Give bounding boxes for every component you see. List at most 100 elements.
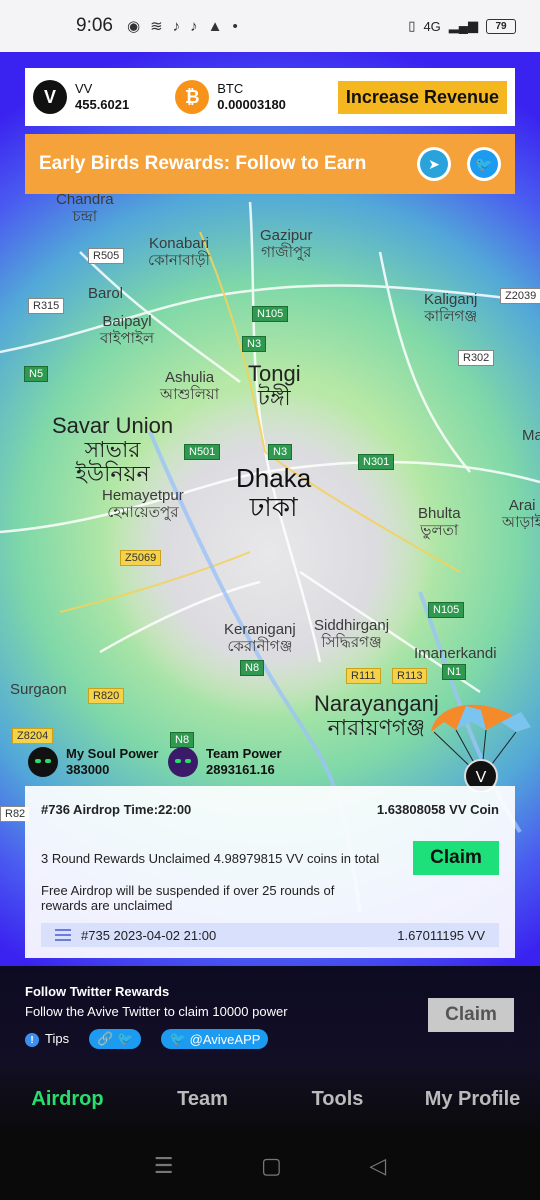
follow-title: Follow Twitter Rewards xyxy=(25,984,170,999)
power-row: My Soul Power 383000 Team Power 2893161.16 xyxy=(28,746,302,778)
recent-apps-icon[interactable]: ☰ xyxy=(154,1153,174,1179)
road-marker: Z5069 xyxy=(120,550,162,566)
road-marker: N105 xyxy=(252,306,289,322)
history-row[interactable]: #735 2023-04-02 21:00 1.67011195 VV xyxy=(41,923,499,947)
soul-power-label: My Soul Power xyxy=(66,746,159,761)
airdrop-card: #736 Airdrop Time:22:00 1.63808058 VV Co… xyxy=(25,786,515,958)
road-marker: N301 xyxy=(358,454,395,470)
telegram-button[interactable]: ➤ xyxy=(417,147,451,181)
tiktok-icon: ♪ xyxy=(172,17,181,35)
map-label: Bhulta ভুলতা xyxy=(418,505,461,539)
btc-name: BTC xyxy=(217,81,244,96)
map-label: Kaliganj কালিগঞ্জ xyxy=(424,291,478,325)
team-power-value: 2893161.16 xyxy=(206,762,275,777)
home-icon[interactable]: ▢ xyxy=(261,1153,282,1179)
team-avatar xyxy=(168,747,198,777)
soul-power-value: 383000 xyxy=(66,762,110,777)
system-nav: ☰ ▢ ◁ xyxy=(0,1132,540,1200)
telegram-icon: ➤ xyxy=(420,150,448,178)
map-label: Gazipur গাজীপুর xyxy=(260,227,313,261)
history-amount: 1.67011195 VV xyxy=(397,927,485,943)
road-marker: R505 xyxy=(88,248,125,264)
map-label: Siddhirganj সিদ্ধিরগঞ্জ xyxy=(314,617,390,651)
back-icon[interactable]: ◁ xyxy=(369,1153,386,1179)
twitter-icon: 🐦 xyxy=(470,150,498,178)
parachute-icon: V xyxy=(431,704,531,792)
claim-airdrop-button[interactable]: Claim xyxy=(413,841,499,875)
whatsapp-icon: ◉ xyxy=(126,18,141,35)
map-label: Arai আড়াই xyxy=(502,497,540,531)
soul-power: My Soul Power 383000 xyxy=(28,746,162,778)
history-label: #735 2023-04-02 21:00 xyxy=(81,927,217,943)
road-marker: Z2039 xyxy=(500,288,540,304)
tab-my-profile[interactable]: My Profile xyxy=(405,1088,540,1111)
map-label: Hemayetpur হেমায়েতপুর xyxy=(102,487,184,521)
road-marker: N3 xyxy=(268,444,293,460)
vv-name: VV xyxy=(75,81,93,96)
link-twitter-button[interactable]: 🔗 🐦 xyxy=(89,1029,142,1049)
map-label: Ma xyxy=(522,427,540,444)
unclaimed-text: 3 Round Rewards Unclaimed 4.98979815 VV … xyxy=(41,850,380,866)
map-label: Barol xyxy=(88,285,124,302)
twitter-handle-button[interactable]: 🐦 @AviveAPP xyxy=(161,1029,269,1049)
road-marker: Z8204 xyxy=(12,728,54,744)
tab-team[interactable]: Team xyxy=(135,1088,270,1111)
increase-revenue-button[interactable]: Increase Revenue xyxy=(337,80,507,114)
road-marker: N3 xyxy=(242,336,267,352)
road-marker: N8 xyxy=(240,660,265,676)
road-marker: R113 xyxy=(392,668,428,684)
menu-icon xyxy=(55,926,71,944)
road-marker: N501 xyxy=(184,444,221,460)
road-marker: N105 xyxy=(428,602,465,618)
team-power: Team Power 2893161.16 xyxy=(168,746,302,778)
early-birds-banner[interactable]: Early Birds Rewards: Follow to Earn ➤ 🐦 xyxy=(25,134,515,194)
road-marker: R111 xyxy=(346,668,381,684)
map-label: Tongi টঙ্গী xyxy=(248,361,301,411)
map-label: Narayanganj নারায়ণগঞ্জ xyxy=(314,691,439,741)
svg-text:V: V xyxy=(476,769,487,786)
notification-icon: ≋ xyxy=(150,18,163,35)
tips-link[interactable]: ! Tips xyxy=(25,1031,69,1048)
map-label: Ashulia আশুলিয়া xyxy=(160,369,220,403)
road-marker: N5 xyxy=(24,366,49,382)
twitter-icon: 🐦 xyxy=(117,1031,134,1046)
road-marker: N1 xyxy=(442,664,467,680)
network-label: 4G xyxy=(423,18,441,34)
map-label: Savar Union সাভার ইউনিয়ন xyxy=(52,413,174,487)
road-marker: R302 xyxy=(458,350,495,366)
warning-text: Free Airdrop will be suspended if over 2… xyxy=(41,883,335,913)
map-label: Surgaon xyxy=(10,681,67,698)
follow-section: Follow Twitter Rewards Follow the Avive … xyxy=(0,966,540,1066)
map-label: Imanerkandi xyxy=(414,645,497,662)
tab-airdrop[interactable]: Airdrop xyxy=(0,1088,135,1111)
airdrop-coin: 1.63808058 VV Coin xyxy=(376,802,499,817)
info-icon: ! xyxy=(25,1033,39,1048)
clock: 9:06 xyxy=(76,15,113,36)
balance-bar: V VV 455.6021 ₿ BTC 0.00003180 Increase Re… xyxy=(25,68,515,126)
road-marker: R820 xyxy=(88,688,125,704)
cloud-icon: ▲ xyxy=(207,17,223,35)
twitter-button[interactable]: 🐦 xyxy=(467,147,501,181)
team-power-label: Team Power xyxy=(206,746,282,761)
map-label: Konabari কোনাবাড়ী xyxy=(148,235,210,269)
twitter-icon: 🐦 xyxy=(169,1031,186,1046)
dot-icon: • xyxy=(232,17,238,35)
bottom-nav: Airdrop Team Tools My Profile xyxy=(0,1066,540,1132)
vibrate-icon: ▯ xyxy=(408,18,416,33)
vv-balance: V VV 455.6021 xyxy=(33,80,129,114)
app-icon: ♪ xyxy=(190,17,198,35)
claim-follow-button[interactable]: Claim xyxy=(428,998,514,1032)
airdrop-title: #736 Airdrop Time:22:00 xyxy=(41,802,192,817)
status-bar: 9:06 ◉ ≋ ♪ ♪ ▲ • ▯ 4G ▂▄▆ 79 xyxy=(0,0,540,52)
btc-value: 0.00003180 xyxy=(217,97,286,112)
tab-tools[interactable]: Tools xyxy=(270,1088,405,1111)
map-label: Chandra চন্দ্রা xyxy=(56,191,114,225)
btc-balance: ₿ BTC 0.00003180 xyxy=(175,80,286,114)
road-marker: R315 xyxy=(28,298,65,314)
vv-value: 455.6021 xyxy=(75,97,130,112)
map-label: Baipayl বাইপাইল xyxy=(100,313,155,347)
soul-avatar xyxy=(28,747,58,777)
battery-icon: 79 xyxy=(486,18,516,34)
map-label: Keraniganj কেরানীগঞ্জ xyxy=(224,621,296,655)
vv-logo-icon: V xyxy=(33,80,67,114)
